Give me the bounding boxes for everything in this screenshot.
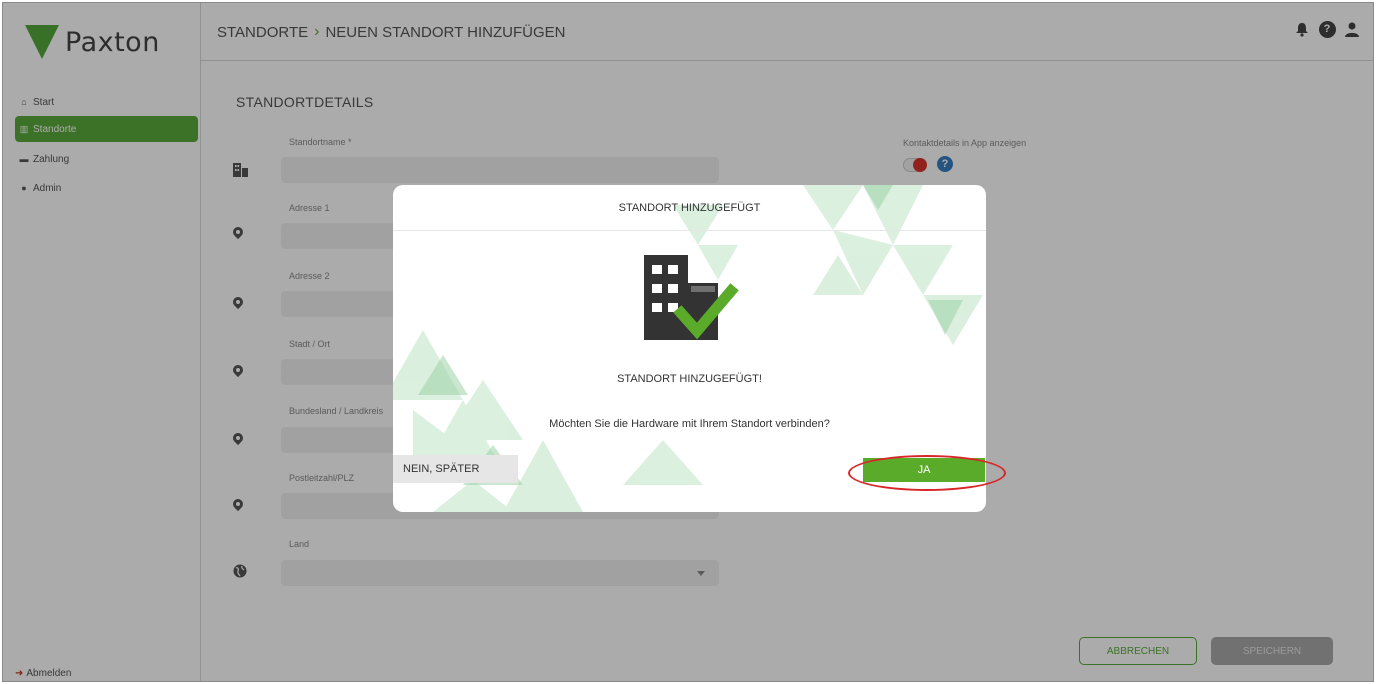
no-later-button[interactable]: NEIN, SPÄTER [393, 455, 518, 483]
dialog-heading: STANDORT HINZUGEFÜGT! [617, 373, 762, 385]
dialog-question: Möchten Sie die Hardware mit Ihrem Stand… [549, 418, 830, 430]
dialog-title: STANDORT HINZUGEFÜGT [393, 185, 986, 231]
highlight-ellipse [848, 455, 1006, 491]
building-check-icon [644, 255, 739, 340]
